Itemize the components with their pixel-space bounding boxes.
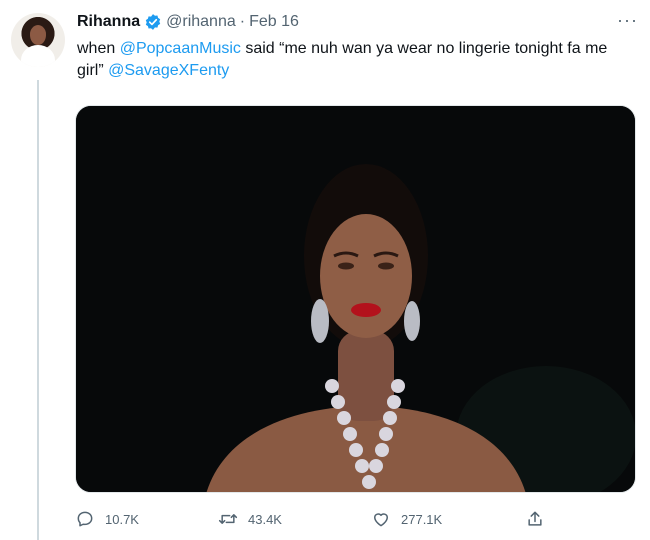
reply-button[interactable]: 10.7K: [75, 509, 139, 529]
reply-icon: [77, 511, 93, 527]
tweet-text-prefix: when: [77, 40, 120, 57]
tweet-photo[interactable]: [75, 105, 636, 493]
retweet-icon: [218, 514, 238, 524]
more-icon[interactable]: ···: [617, 10, 638, 31]
tweet-text: when @PopcaanMusic said “me nuh wan ya w…: [77, 38, 637, 82]
tweet-actions: 10.7K 43.4K 277.1K: [75, 509, 565, 537]
tweet[interactable]: Rihanna @rihanna · Feb 16 ··· when @Popc…: [0, 0, 650, 540]
tweet-date[interactable]: Feb 16: [249, 13, 299, 31]
avatar-body: [21, 45, 55, 67]
tweet-header: Rihanna @rihanna · Feb 16: [77, 11, 299, 33]
thread-line: [37, 80, 39, 540]
author-handle[interactable]: @rihanna: [166, 13, 236, 31]
retweet-count: 43.4K: [248, 511, 282, 527]
verified-badge-icon: [144, 13, 162, 31]
like-button[interactable]: 277.1K: [371, 509, 442, 529]
heart-icon: [374, 513, 388, 527]
share-button[interactable]: [525, 509, 555, 529]
author-name[interactable]: Rihanna: [77, 13, 140, 31]
reply-count: 10.7K: [105, 511, 139, 527]
mention-popcaanmusic[interactable]: @PopcaanMusic: [120, 40, 241, 57]
share-icon: [528, 511, 542, 526]
avatar-face: [30, 25, 46, 45]
retweet-button[interactable]: 43.4K: [218, 509, 282, 529]
separator-dot: ·: [239, 13, 246, 30]
mention-savagexfenty[interactable]: @SavageXFenty: [108, 62, 229, 79]
like-count: 277.1K: [401, 511, 443, 527]
avatar[interactable]: [11, 13, 65, 67]
photo-illustration: [76, 106, 635, 492]
